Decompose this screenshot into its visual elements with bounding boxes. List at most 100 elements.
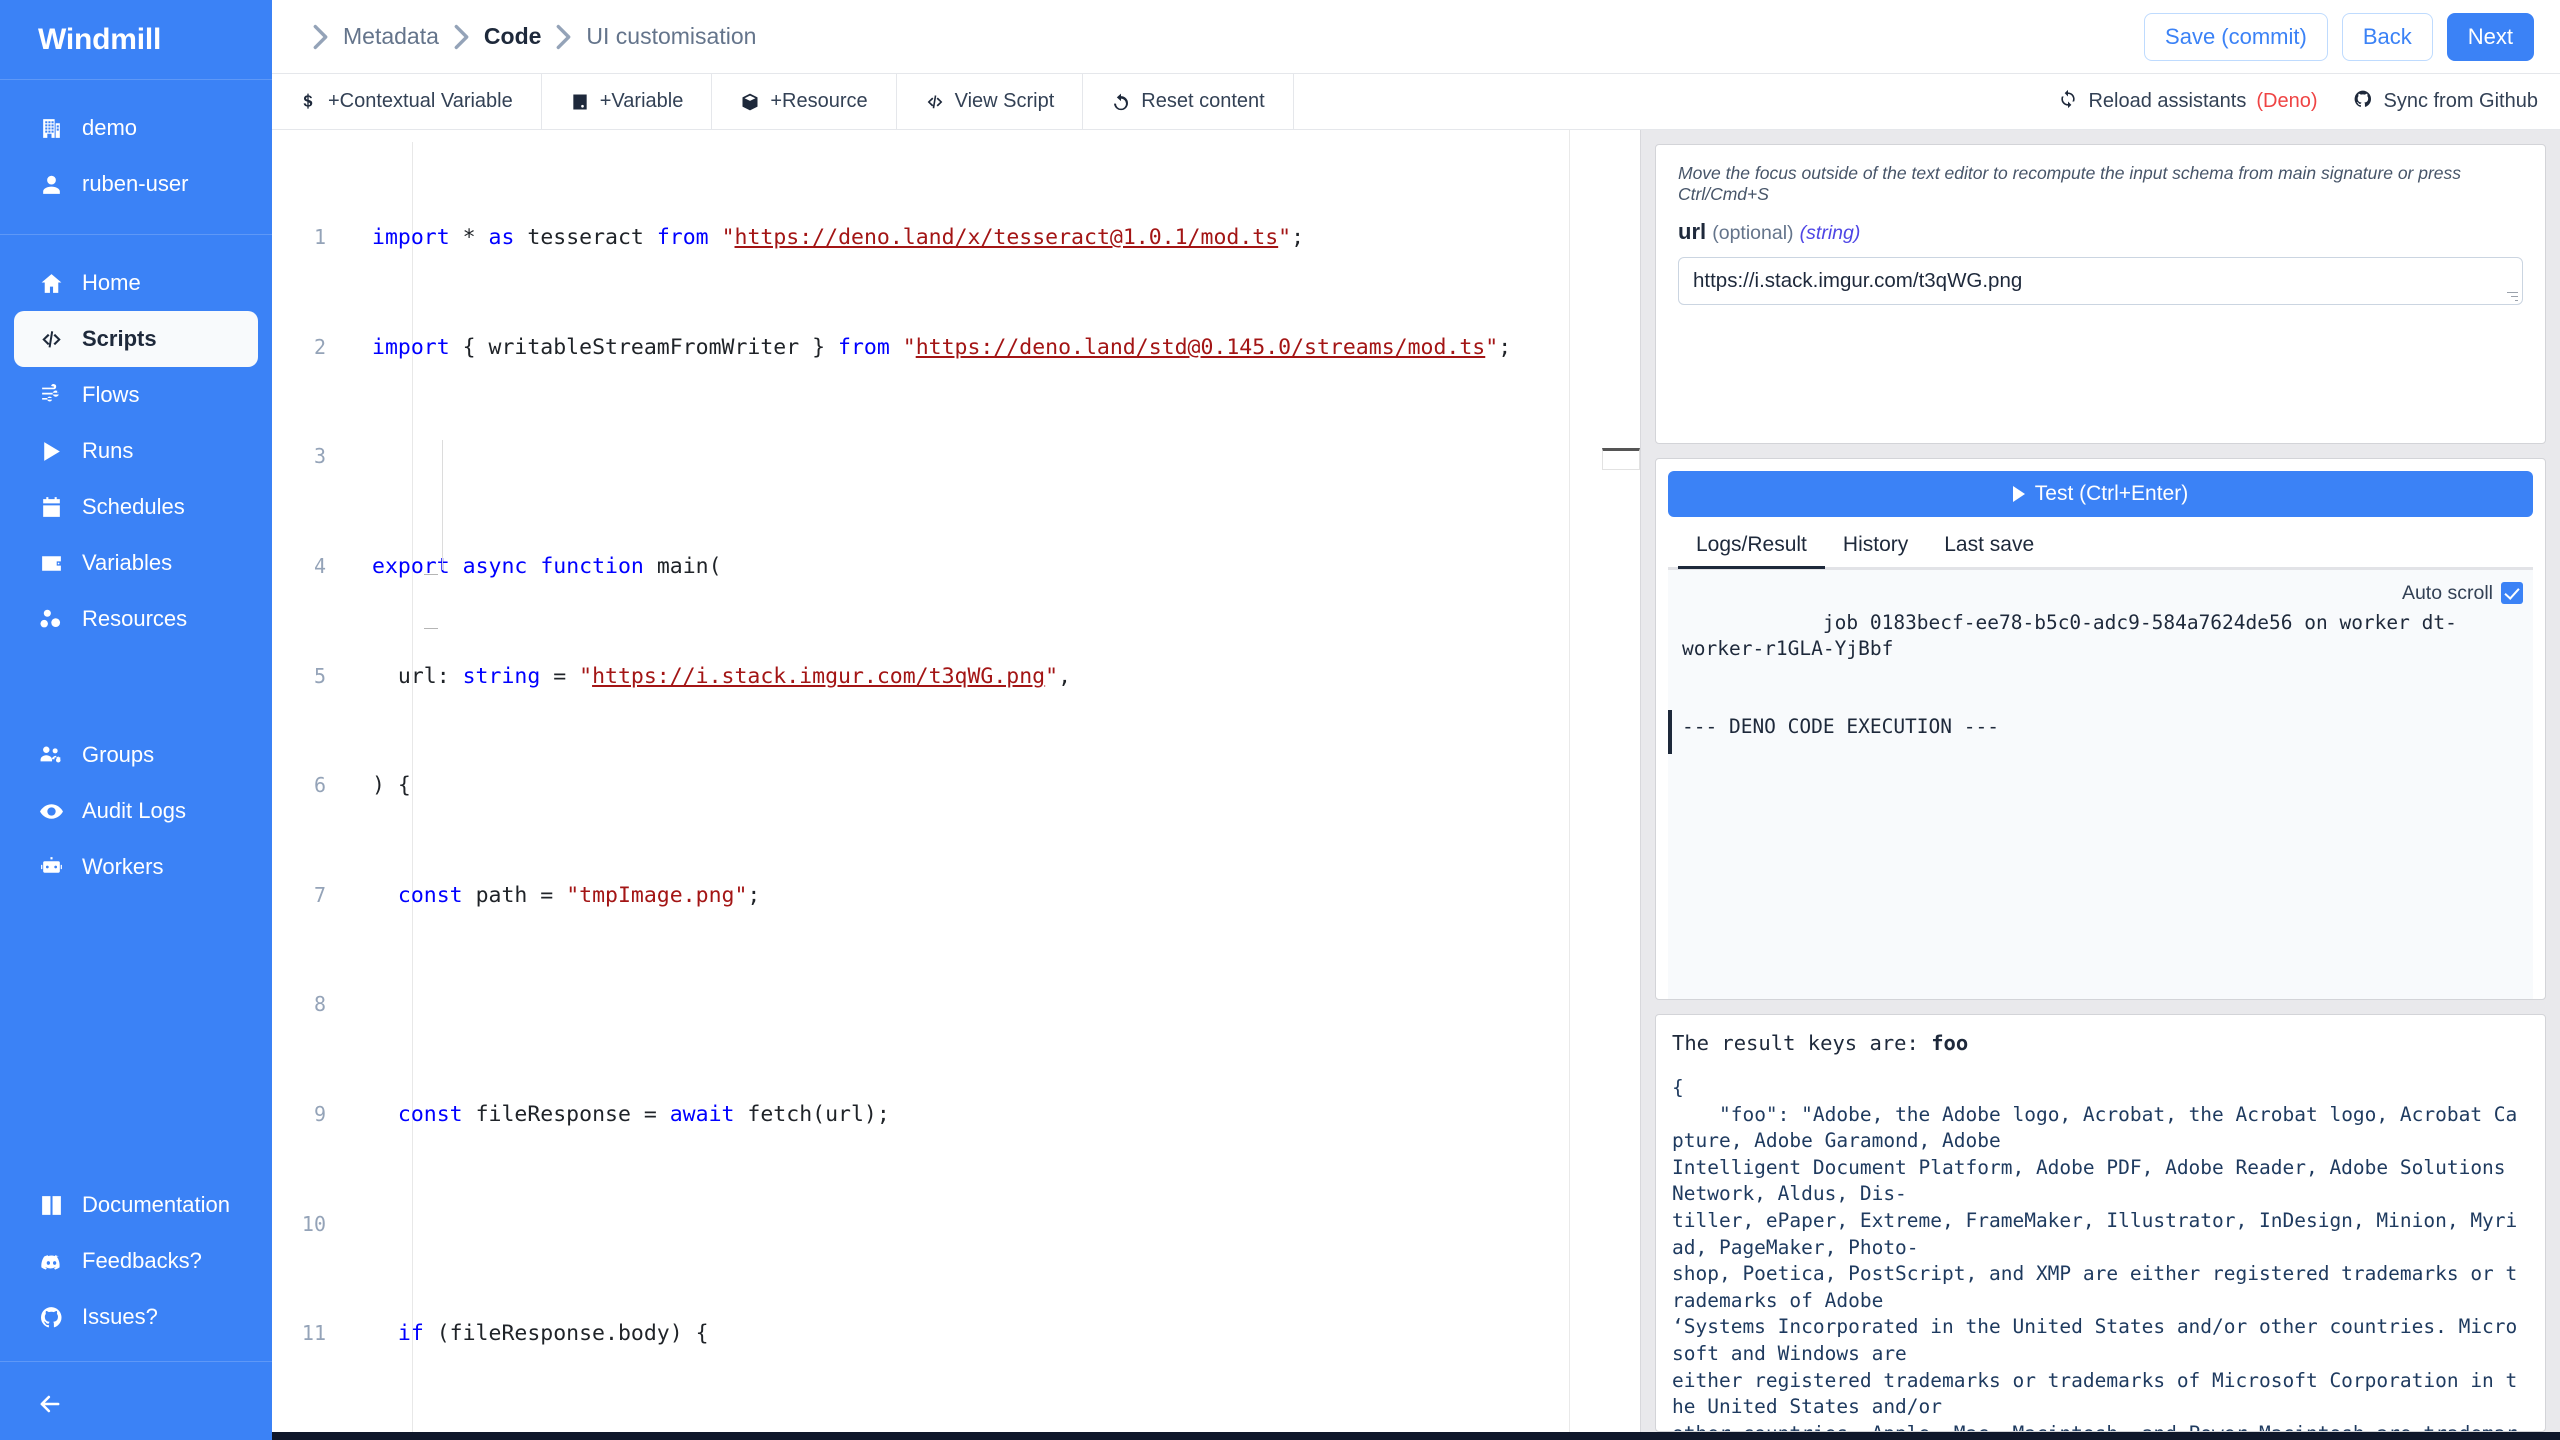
tab-logs-result[interactable]: Logs/Result bbox=[1678, 533, 1825, 569]
tab-last-save[interactable]: Last save bbox=[1926, 533, 2052, 569]
arrow-left-icon bbox=[36, 1390, 64, 1418]
code-line: 12 const file = await Deno.open(path, { … bbox=[272, 1430, 1640, 1432]
code-line: 2import { writableStreamFromWriter } fro… bbox=[272, 334, 1640, 361]
auto-scroll-label: Auto scroll bbox=[2402, 580, 2493, 606]
result-keys-value: foo bbox=[1931, 1031, 1968, 1055]
add-contextual-variable-button[interactable]: +Contextual Variable bbox=[272, 74, 542, 129]
line-content: const fileResponse = await fetch(url); bbox=[342, 1101, 890, 1128]
auto-scroll-checkbox[interactable] bbox=[2501, 582, 2523, 604]
wallet-icon bbox=[38, 550, 64, 576]
sidebar-item-workspace[interactable]: demo bbox=[14, 100, 258, 156]
url-input-wrapper bbox=[1678, 257, 2523, 305]
toolbar-item-label: Reset content bbox=[1141, 90, 1264, 113]
line-number: 6 bbox=[272, 772, 342, 799]
header-bar: Metadata Code UI customisation Save (com… bbox=[272, 0, 2560, 74]
sidebar-item-label: Flows bbox=[82, 382, 139, 408]
fold-marker[interactable] bbox=[424, 628, 438, 629]
sidebar-item-scripts[interactable]: Scripts bbox=[14, 311, 258, 367]
line-content: const path = "tmpImage.png"; bbox=[342, 882, 760, 909]
sidebar-item-audit-logs[interactable]: Audit Logs bbox=[14, 783, 258, 839]
sidebar-item-flows[interactable]: Flows bbox=[14, 367, 258, 423]
sync-from-github-button[interactable]: Sync from Github bbox=[2353, 89, 2538, 115]
back-button[interactable]: Back bbox=[2342, 13, 2433, 61]
robot-icon bbox=[38, 854, 64, 880]
url-input[interactable] bbox=[1678, 257, 2523, 305]
discord-icon bbox=[38, 1248, 64, 1274]
sidebar-item-groups[interactable]: Groups bbox=[14, 727, 258, 783]
line-number: 12 bbox=[272, 1430, 342, 1432]
editor-resize-handle[interactable] bbox=[1602, 448, 1640, 470]
sync-from-github-label: Sync from Github bbox=[2383, 90, 2538, 113]
sidebar-item-variables[interactable]: Variables bbox=[14, 535, 258, 591]
sidebar-item-workers[interactable]: Workers bbox=[14, 839, 258, 895]
sidebar-item-resources[interactable]: Resources bbox=[14, 591, 258, 647]
line-number: 2 bbox=[272, 334, 342, 361]
app-logo[interactable]: Windmill bbox=[0, 0, 272, 80]
code-editor[interactable]: 1import * as tesseract from "https://den… bbox=[272, 130, 1640, 1432]
breadcrumb: Metadata Code UI customisation bbox=[298, 23, 756, 50]
flow-icon bbox=[38, 382, 64, 408]
view-script-button[interactable]: View Script bbox=[897, 74, 1084, 129]
line-content: if (fileResponse.body) { bbox=[342, 1320, 709, 1347]
result-tabs: Logs/Result History Last save bbox=[1668, 517, 2533, 569]
content-split: 1import * as tesseract from "https://den… bbox=[272, 130, 2560, 1432]
editor-toolbar-right: Reload assistants (Deno) Sync from Githu… bbox=[2058, 74, 2560, 129]
reset-content-button[interactable]: Reset content bbox=[1083, 74, 1293, 129]
code-icon bbox=[38, 326, 64, 352]
play-icon bbox=[38, 438, 64, 464]
sidebar-item-home[interactable]: Home bbox=[14, 255, 258, 311]
sidebar-item-feedbacks[interactable]: Feedbacks? bbox=[14, 1233, 258, 1289]
variable-icon bbox=[570, 92, 590, 112]
result-keys-prefix: The result keys are: bbox=[1672, 1031, 1931, 1055]
chevron-right-icon bbox=[298, 24, 343, 50]
app-root: Windmill demo ruben-user Home bbox=[0, 0, 2560, 1440]
log-cursor bbox=[1668, 710, 1672, 754]
breadcrumb-item-ui-customisation[interactable]: UI customisation bbox=[586, 23, 756, 50]
sidebar-spacer bbox=[0, 917, 272, 1177]
indent-guide-nested bbox=[442, 440, 443, 570]
editor-toolbar-left: +Contextual Variable +Variable +Resource… bbox=[272, 74, 1294, 129]
sidebar-nav: Home Scripts Flows Runs bbox=[0, 235, 272, 669]
main-region: Metadata Code UI customisation Save (com… bbox=[272, 0, 2560, 1440]
auto-scroll-control[interactable]: Auto scroll bbox=[2402, 580, 2523, 606]
field-optional: (optional) bbox=[1712, 222, 1793, 244]
line-content: ) { bbox=[342, 772, 411, 799]
sidebar-item-documentation[interactable]: Documentation bbox=[14, 1177, 258, 1233]
test-button[interactable]: Test (Ctrl+Enter) bbox=[1668, 471, 2533, 517]
dollar-icon bbox=[298, 92, 318, 112]
sidebar-item-label: Runs bbox=[82, 438, 133, 464]
reload-assistants-button[interactable]: Reload assistants (Deno) bbox=[2058, 89, 2317, 115]
line-number: 11 bbox=[272, 1320, 342, 1347]
code-line: 4export async function main( bbox=[272, 553, 1640, 580]
add-resource-button[interactable]: +Resource bbox=[712, 74, 896, 129]
schema-hint: Move the focus outside of the text edito… bbox=[1678, 163, 2523, 205]
breadcrumb-item-code[interactable]: Code bbox=[484, 23, 542, 50]
play-icon bbox=[2013, 486, 2025, 502]
sidebar-item-label: Variables bbox=[82, 550, 172, 576]
fold-marker[interactable] bbox=[424, 574, 438, 575]
sidebar-item-schedules[interactable]: Schedules bbox=[14, 479, 258, 535]
add-variable-button[interactable]: +Variable bbox=[542, 74, 713, 129]
field-name: url bbox=[1678, 219, 1706, 244]
code-line: 3 bbox=[272, 443, 1640, 470]
package-icon bbox=[740, 92, 760, 112]
tab-history[interactable]: History bbox=[1825, 533, 1926, 569]
sidebar-item-runs[interactable]: Runs bbox=[14, 423, 258, 479]
line-number: 9 bbox=[272, 1101, 342, 1128]
sidebar-item-label: Home bbox=[82, 270, 141, 296]
save-commit-button[interactable]: Save (commit) bbox=[2144, 13, 2328, 61]
line-content: export async function main( bbox=[342, 553, 722, 580]
logs-panel[interactable]: job 0183becf-ee78-b5c0-adc9-584a7624de56… bbox=[1668, 569, 2533, 999]
line-content: import * as tesseract from "https://deno… bbox=[342, 224, 1304, 251]
sidebar-item-user[interactable]: ruben-user bbox=[14, 156, 258, 212]
sidebar-collapse-button[interactable] bbox=[0, 1380, 272, 1428]
next-button[interactable]: Next bbox=[2447, 13, 2534, 61]
test-button-label: Test (Ctrl+Enter) bbox=[2035, 482, 2188, 506]
breadcrumb-item-metadata[interactable]: Metadata bbox=[343, 23, 439, 50]
run-card: Test (Ctrl+Enter) Logs/Result History La… bbox=[1655, 458, 2546, 1000]
sidebar-item-issues[interactable]: Issues? bbox=[14, 1289, 258, 1345]
sidebar: Windmill demo ruben-user Home bbox=[0, 0, 272, 1440]
code-editor-content[interactable]: 1import * as tesseract from "https://den… bbox=[272, 130, 1640, 1432]
line-number: 5 bbox=[272, 663, 342, 690]
line-number: 1 bbox=[272, 224, 342, 251]
